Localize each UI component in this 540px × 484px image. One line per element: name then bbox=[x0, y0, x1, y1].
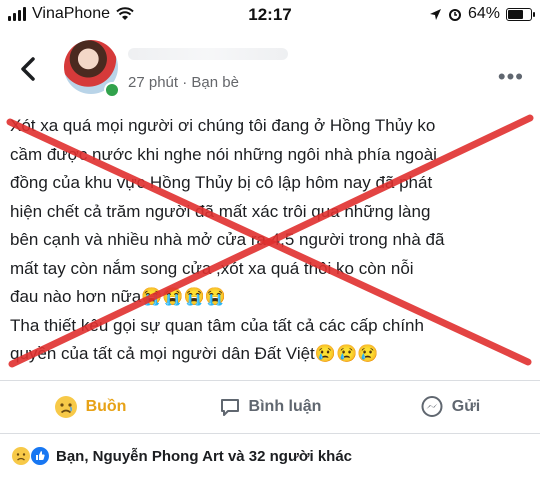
location-arrow-icon bbox=[429, 8, 441, 20]
post-meta: 27 phút · Bạn bè bbox=[128, 74, 239, 91]
more-options-icon[interactable]: ••• bbox=[498, 64, 524, 90]
post-line: đồng của khu vực Hồng Thủy bị cô lập hôm… bbox=[10, 173, 433, 192]
meta-separator: · bbox=[182, 74, 188, 91]
status-right: 64% bbox=[429, 5, 535, 23]
battery-icon bbox=[506, 7, 535, 21]
sad-face-icon bbox=[54, 396, 77, 418]
like-reaction-icon bbox=[30, 446, 50, 466]
battery-percent: 64% bbox=[467, 5, 500, 22]
post-line: hiện chết cả trăm người đã mất xác trôi … bbox=[10, 201, 431, 221]
post-line: quyền của tất cả mọi người dân Đất Việt😢… bbox=[10, 344, 379, 363]
post-line: mất tay còn nắm song cửa ,xót xa quá thô… bbox=[10, 258, 414, 278]
send-button[interactable]: Gửi bbox=[360, 381, 540, 433]
post-header: 27 phút · Bạn bè ••• bbox=[0, 36, 540, 106]
react-button[interactable]: Buồn bbox=[0, 381, 180, 433]
react-label: Buồn bbox=[85, 398, 127, 415]
post-line: Xót xa quá mọi người ơi chúng tôi đang ở… bbox=[10, 116, 436, 135]
post-line: cầm được nước khi nghe nói những ngôi nh… bbox=[10, 144, 437, 164]
author-name-blurred[interactable] bbox=[128, 48, 288, 60]
alarm-icon bbox=[448, 9, 461, 21]
messenger-icon bbox=[421, 396, 443, 417]
post-time[interactable]: 27 phút bbox=[128, 74, 178, 91]
comment-button[interactable]: Bình luận bbox=[180, 381, 360, 433]
post-line: đau nào hơn nữa😭😭😭😭 bbox=[10, 287, 226, 306]
post-text: Xót xa quá mọi người ơi chúng tôi đang ở… bbox=[10, 112, 530, 369]
post-line: Tha thiết kêu gọi sự quan tâm của tất cả… bbox=[10, 315, 424, 335]
battery-fill bbox=[508, 9, 524, 19]
status-bar: VinaPhone 12:17 64% bbox=[0, 0, 540, 30]
sad-reaction-icon bbox=[12, 447, 30, 465]
post-line: bên cạnh và nhiều nhà mở cửa ra 4,5 ngườ… bbox=[10, 230, 445, 249]
online-status-dot bbox=[104, 82, 120, 98]
comment-label: Bình luận bbox=[248, 398, 322, 415]
send-label: Gửi bbox=[451, 398, 481, 415]
action-bar: Buồn Bình luận Gửi bbox=[0, 380, 540, 434]
comment-icon bbox=[220, 399, 239, 416]
back-chevron-icon[interactable] bbox=[14, 54, 44, 84]
post-audience: Bạn bè bbox=[191, 74, 239, 91]
reaction-summary-text: Bạn, Nguyễn Phong Art và 32 người khác bbox=[56, 447, 353, 465]
reaction-summary[interactable]: Bạn, Nguyễn Phong Art và 32 người khác bbox=[12, 446, 352, 466]
